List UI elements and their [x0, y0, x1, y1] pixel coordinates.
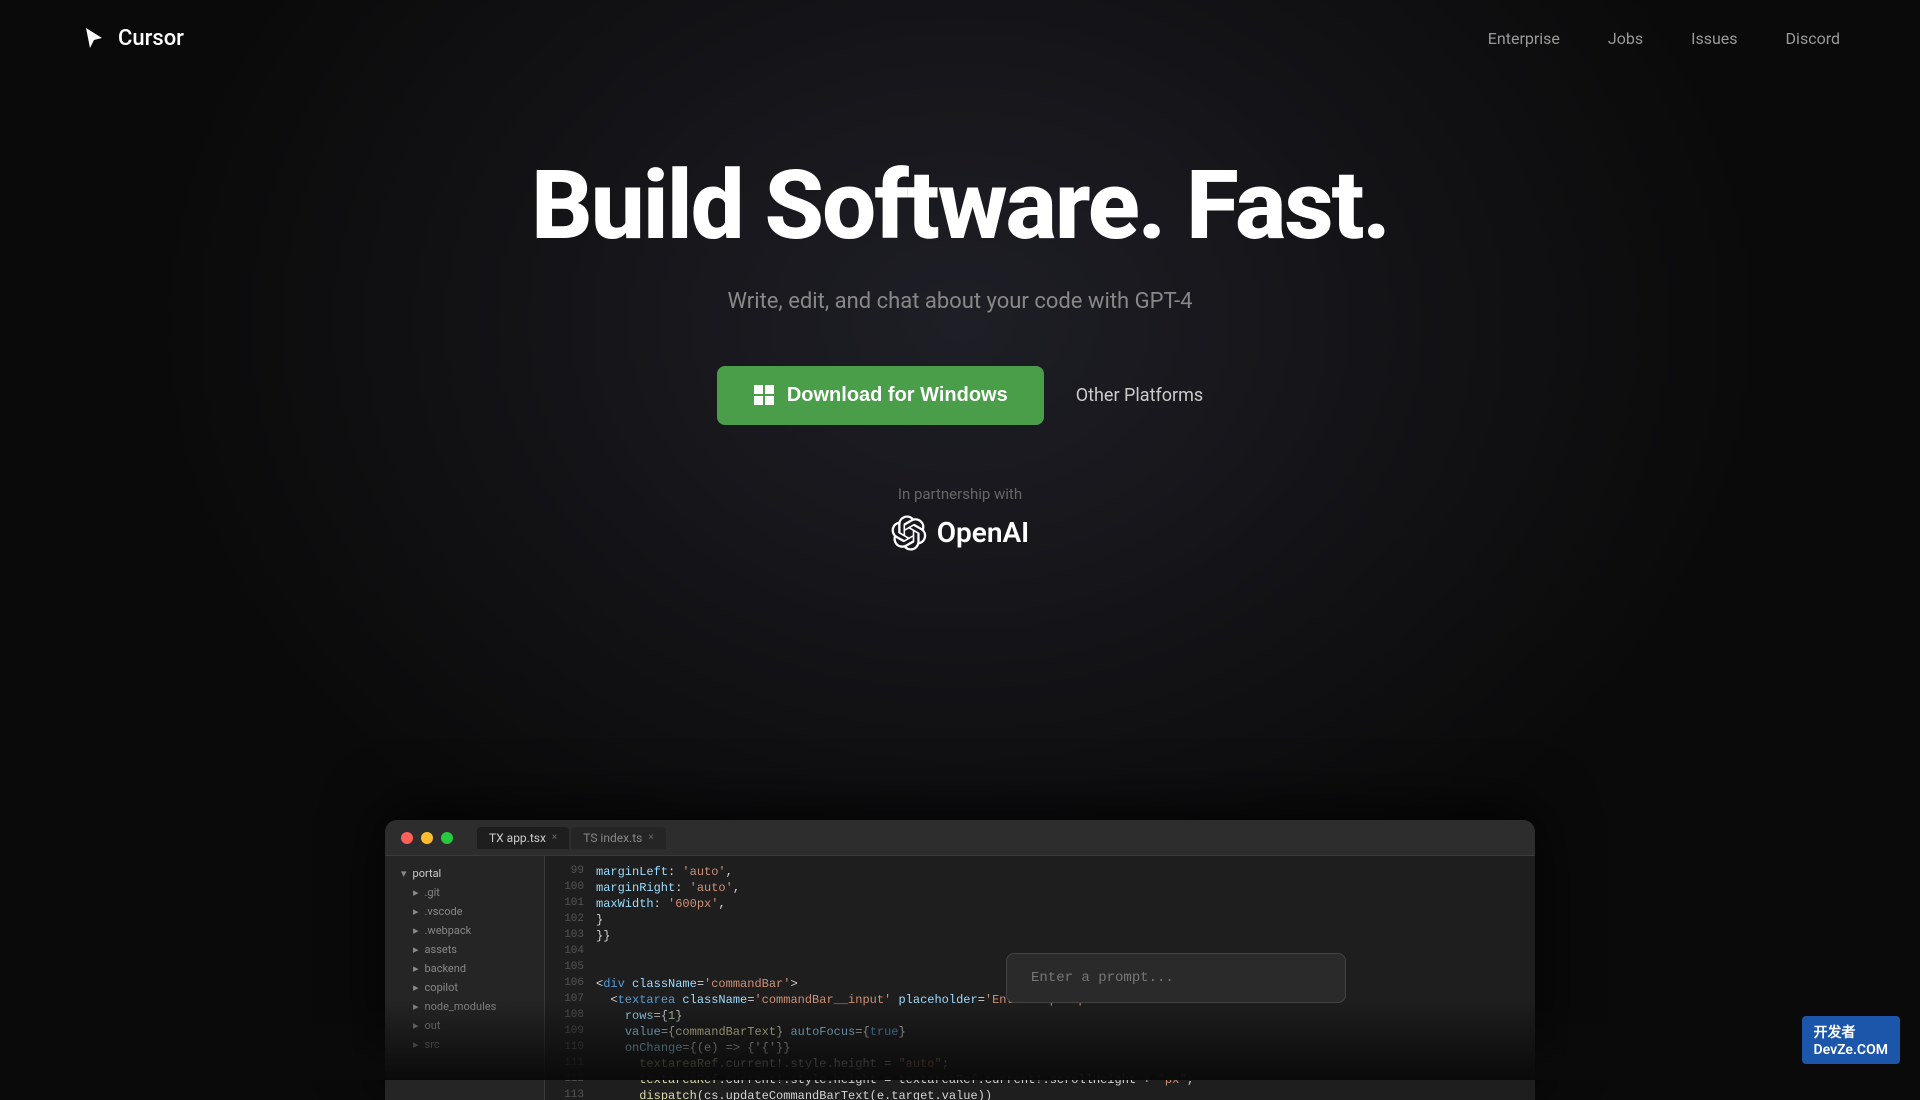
partnership-text: In partnership with [898, 485, 1022, 503]
folder-icon-vscode: ▸ [413, 905, 419, 918]
code-line-108: 108 rows={1} [545, 1008, 1535, 1024]
button-row: Download for Windows Other Platforms [717, 366, 1203, 425]
folder-icon-copilot: ▸ [413, 981, 419, 994]
folder-icon-backend: ▸ [413, 962, 419, 975]
code-line-101: 101 maxWidth: '600px', [545, 896, 1535, 912]
tab-app-tsx[interactable]: TX app.tsx × [477, 827, 569, 849]
hero-title: Build Software. Fast. [531, 156, 1389, 257]
code-line-103: 103 }} [545, 928, 1535, 944]
nav-enterprise[interactable]: Enterprise [1488, 29, 1560, 48]
code-line-100: 100 marginRight: 'auto', [545, 880, 1535, 896]
watermark: 开发者DevZe.COM [1802, 1016, 1900, 1064]
code-line-109: 109 value={commandBarText} autoFocus={tr… [545, 1024, 1535, 1040]
prompt-placeholder-text: Enter a prompt... [1031, 970, 1174, 986]
hero-section: Build Software. Fast. Write, edit, and c… [0, 76, 1920, 611]
sidebar-item-node-modules[interactable]: ▸ node_modules [385, 997, 544, 1016]
nav-links: Enterprise Jobs Issues Discord [1488, 29, 1840, 48]
code-line-102: 102 } [545, 912, 1535, 928]
download-windows-button[interactable]: Download for Windows [717, 366, 1044, 425]
sidebar-item-vscode[interactable]: ▸ .vscode [385, 902, 544, 921]
editor-body: ▾ portal ▸ .git ▸ .vscode ▸ .webpack ▸ a… [385, 856, 1535, 1100]
tab-ts-close[interactable]: × [648, 832, 653, 843]
other-platforms-link[interactable]: Other Platforms [1076, 385, 1203, 406]
sidebar-item-src[interactable]: ▸ src [385, 1035, 544, 1054]
nav-discord[interactable]: Discord [1786, 29, 1840, 48]
folder-icon-webpack: ▸ [413, 924, 419, 937]
code-line-113: 113 dispatch(cs.updateCommandBarText(e.t… [545, 1088, 1535, 1100]
folder-icon-node: ▸ [413, 1000, 419, 1013]
sidebar-item-backend[interactable]: ▸ backend [385, 959, 544, 978]
editor-tabs: TX app.tsx × TS index.ts × [477, 827, 666, 849]
sidebar-item-assets[interactable]: ▸ assets [385, 940, 544, 959]
windows-icon [753, 384, 775, 406]
tab-index-ts[interactable]: TS index.ts × [571, 827, 665, 849]
openai-text: OpenAI [937, 516, 1030, 549]
sidebar-item-out[interactable]: ▸ out [385, 1016, 544, 1035]
nav-jobs[interactable]: Jobs [1608, 29, 1643, 48]
nav-issues[interactable]: Issues [1691, 29, 1737, 48]
tab-tsx-close[interactable]: × [552, 832, 557, 843]
folder-icon-src: ▸ [413, 1038, 419, 1051]
navbar: Cursor Enterprise Jobs Issues Discord [0, 0, 1920, 76]
partnership-section: In partnership with OpenAI [891, 485, 1030, 551]
sidebar-item-git[interactable]: ▸ .git [385, 883, 544, 902]
openai-icon [891, 515, 927, 551]
editor-file-sidebar: ▾ portal ▸ .git ▸ .vscode ▸ .webpack ▸ a… [385, 856, 545, 1100]
tab-tsx-label: TX app.tsx [489, 831, 546, 845]
code-line-99: 99 marginLeft: 'auto', [545, 864, 1535, 880]
cursor-logo-icon [80, 24, 108, 52]
sidebar-item-webpack[interactable]: ▸ .webpack [385, 921, 544, 940]
traffic-red [401, 832, 413, 844]
code-line-111: 111 textareaRef.current!.style.height = … [545, 1056, 1535, 1072]
code-line-110: 110 onChange={(e) => {'{'}} [545, 1040, 1535, 1056]
folder-open-icon: ▾ [401, 867, 407, 880]
download-label: Download for Windows [787, 384, 1008, 407]
openai-logo: OpenAI [891, 515, 1030, 551]
sidebar-item-copilot[interactable]: ▸ copilot [385, 978, 544, 997]
logo-text: Cursor [118, 26, 184, 51]
folder-icon-assets: ▸ [413, 943, 419, 956]
folder-icon-out: ▸ [413, 1019, 419, 1032]
traffic-yellow [421, 832, 433, 844]
code-line-112: 112 textareaRef.current!.style.height = … [545, 1072, 1535, 1088]
prompt-overlay[interactable]: Enter a prompt... [1006, 953, 1346, 1003]
hero-subtitle: Write, edit, and chat about your code wi… [727, 289, 1192, 314]
editor-preview: TX app.tsx × TS index.ts × ▾ portal ▸ .g… [385, 820, 1535, 1100]
traffic-green [441, 832, 453, 844]
tab-ts-label: TS index.ts [583, 831, 642, 845]
sidebar-item-portal[interactable]: ▾ portal [385, 864, 544, 883]
folder-icon: ▸ [413, 886, 419, 899]
editor-code-area: 99 marginLeft: 'auto', 100 marginRight: … [545, 856, 1535, 1100]
editor-titlebar: TX app.tsx × TS index.ts × [385, 820, 1535, 856]
logo[interactable]: Cursor [80, 24, 184, 52]
